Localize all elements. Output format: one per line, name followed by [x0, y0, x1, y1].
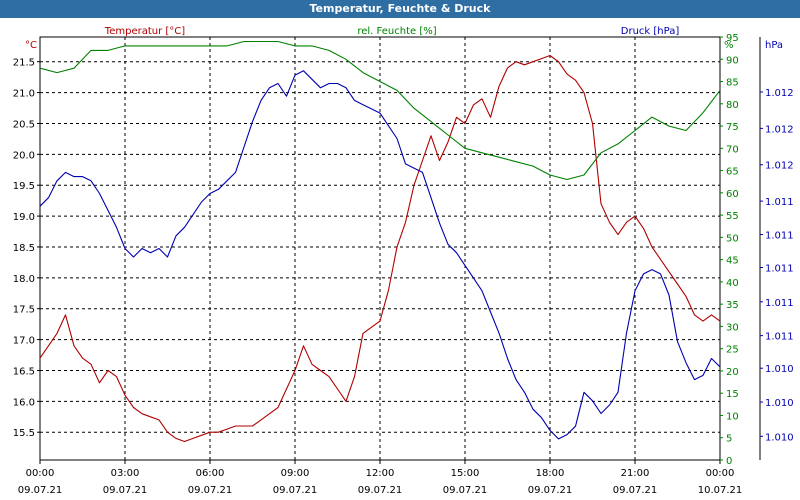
temperature-tick-label: 16.0 [13, 397, 35, 408]
humidity-unit-label: % [724, 40, 734, 51]
temperature-tick-label: 16.5 [13, 366, 35, 377]
humidity-tick-label: 65 [726, 167, 739, 178]
pressure-tick-label: 1.012 [765, 88, 794, 99]
x-tick-time-label: 15:00 [451, 468, 480, 479]
x-tick-date-label: 09.07.21 [528, 485, 573, 496]
humidity-tick-label: 90 [726, 55, 739, 66]
pressure-tick-label: 1.011 [765, 332, 794, 343]
temperature-tick-label: 20.0 [13, 150, 35, 161]
x-tick-date-label: 09.07.21 [188, 485, 233, 496]
humidity-tick-label: 50 [726, 233, 739, 244]
humidity-axis-label: rel. Feuchte [%] [357, 26, 436, 37]
temperature-tick-label: 18.5 [13, 243, 35, 254]
pressure-tick-label: 1.010 [765, 398, 794, 409]
pressure-tick-label: 1.012 [765, 161, 794, 172]
humidity-tick-label: 35 [726, 300, 739, 311]
pressure-tick-label: 1.011 [765, 264, 794, 275]
x-tick-time-label: 00:00 [706, 468, 735, 479]
chart-window: Temperatur, Feuchte & Druck 00:00 09.07.2… [0, 0, 800, 500]
humidity-tick-label: 85 [726, 78, 739, 89]
temperature-tick-label: 19.0 [13, 212, 35, 223]
chart-canvas: 00:00 09.07.21 03:00 09.07.21 06:00 09.07.21 0… [13, 26, 794, 496]
x-tick-date-label: 09.07.21 [103, 485, 148, 496]
pressure-unit-label: hPa [765, 40, 783, 51]
x-tick-time-label: 06:00 [196, 468, 225, 479]
x-tick-time-label: 09:00 [281, 468, 310, 479]
pressure-tick-label: 1.012 [765, 124, 794, 135]
x-tick-date-label: 09.07.21 [358, 485, 403, 496]
humidity-tick-label: 80 [726, 100, 739, 111]
temperature-tick-label: 20.5 [13, 119, 35, 130]
humidity-tick-label: 25 [726, 345, 739, 356]
x-tick-date-label: 09.07.21 [613, 485, 658, 496]
temperature-tick-label: 17.0 [13, 336, 35, 347]
temperature-tick-label: 21.0 [13, 89, 35, 100]
axes: 00:00 09.07.21 03:00 09.07.21 06:00 09.07.21 0… [13, 33, 794, 496]
pressure-tick-label: 1.011 [765, 231, 794, 242]
pressure-tick-label: 1.010 [765, 364, 794, 375]
temperature-unit-label: °C [25, 40, 37, 51]
x-tick-date-label: 10.07.21 [698, 485, 743, 496]
pressure-tick-label: 1.011 [765, 197, 794, 208]
humidity-tick-label: 20 [726, 367, 739, 378]
x-tick-time-label: 00:00 [26, 468, 55, 479]
humidity-tick-label: 45 [726, 256, 739, 267]
x-tick-time-label: 21:00 [621, 468, 650, 479]
x-tick-date-label: 09.07.21 [443, 485, 488, 496]
humidity-tick-label: 10 [726, 411, 739, 422]
humidity-tick-label: 55 [726, 211, 739, 222]
pressure-tick-label: 1.010 [765, 432, 794, 443]
axis-titles: Temperatur [°C] rel. Feuchte [%] Druck [… [25, 26, 783, 51]
humidity-tick-label: 40 [726, 278, 739, 289]
humidity-tick-label: 75 [726, 122, 739, 133]
temperature-tick-label: 18.0 [13, 274, 35, 285]
humidity-tick-label: 0 [726, 456, 732, 467]
x-tick-time-label: 18:00 [536, 468, 565, 479]
temperature-axis-label: Temperatur [°C] [104, 26, 185, 37]
pressure-axis-label: Druck [hPa] [621, 26, 680, 37]
pressure-tick-label: 1.011 [765, 298, 794, 309]
temperature-tick-label: 15.5 [13, 428, 35, 439]
x-tick-date-label: 09.07.21 [273, 485, 318, 496]
humidity-tick-label: 70 [726, 144, 739, 155]
x-tick-time-label: 03:00 [111, 468, 140, 479]
humidity-tick-label: 15 [726, 389, 739, 400]
temperature-tick-label: 19.5 [13, 181, 35, 192]
humidity-tick-label: 30 [726, 322, 739, 333]
temperature-tick-label: 21.5 [13, 58, 35, 69]
humidity-tick-label: 5 [726, 434, 732, 445]
x-tick-date-label: 09.07.21 [18, 485, 63, 496]
x-tick-time-label: 12:00 [366, 468, 395, 479]
humidity-tick-label: 60 [726, 189, 739, 200]
temperature-tick-label: 17.5 [13, 305, 35, 316]
